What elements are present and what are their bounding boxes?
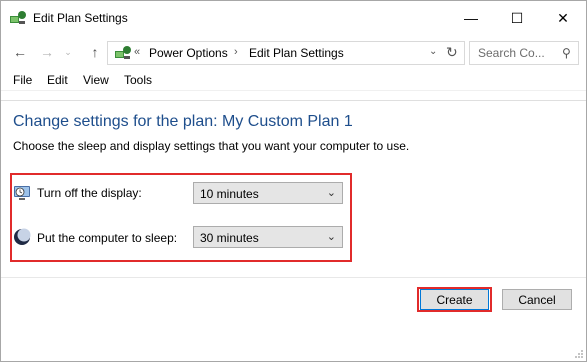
cancel-button[interactable]: Cancel <box>502 289 572 310</box>
content-divider <box>1 100 586 101</box>
recent-locations-chevron-icon[interactable]: ⌄ <box>61 42 75 62</box>
sleep-moon-icon <box>13 228 31 246</box>
edit-plan-settings-window: Edit Plan Settings — ☐ ✕ ← → ⌄ ↑ « Power… <box>0 0 587 362</box>
search-placeholder[interactable]: Search Co... <box>478 46 545 60</box>
sleep-setting-label: Put the computer to sleep: <box>37 231 178 245</box>
chevron-down-icon: ⌄ <box>326 187 336 199</box>
breadcrumb-edit-plan-settings[interactable]: Edit Plan Settings <box>249 46 344 60</box>
address-bar-row: ← → ⌄ ↑ « Power Options › Edit Plan Sett… <box>1 37 586 67</box>
sleep-timeout-select[interactable]: 30 minutes ⌄ <box>193 226 343 248</box>
menu-bar: File Edit View Tools <box>1 69 586 91</box>
power-options-icon <box>9 10 27 26</box>
close-button[interactable]: ✕ <box>540 1 586 35</box>
up-arrow-icon[interactable]: ↑ <box>85 42 105 62</box>
menu-view[interactable]: View <box>83 73 109 87</box>
display-timeout-value: 10 minutes <box>200 187 259 201</box>
address-bar[interactable]: « Power Options › Edit Plan Settings ⌄ ↻ <box>107 41 465 65</box>
display-timeout-select[interactable]: 10 minutes ⌄ <box>193 182 343 204</box>
title-bar: Edit Plan Settings — ☐ ✕ <box>1 1 586 35</box>
create-button[interactable]: Create <box>420 289 489 310</box>
footer-divider <box>1 277 586 278</box>
chevron-down-icon: ⌄ <box>326 231 336 243</box>
minimize-button[interactable]: — <box>448 1 494 35</box>
maximize-button[interactable]: ☐ <box>494 1 540 35</box>
display-icon <box>13 184 31 202</box>
overflow-chevron-icon[interactable]: « <box>134 46 140 58</box>
search-icon[interactable]: ⚲ <box>562 46 571 60</box>
menu-tools[interactable]: Tools <box>124 73 152 87</box>
back-arrow-icon[interactable]: ← <box>10 42 30 62</box>
sleep-timeout-value: 30 minutes <box>200 231 259 245</box>
window-title: Edit Plan Settings <box>33 11 128 25</box>
search-box[interactable]: Search Co... ⚲ <box>469 41 579 65</box>
breadcrumb-power-options[interactable]: Power Options <box>149 46 228 60</box>
menu-file[interactable]: File <box>13 73 32 87</box>
forward-arrow-icon[interactable]: → <box>37 42 57 62</box>
display-setting-label: Turn off the display: <box>37 186 142 200</box>
menu-edit[interactable]: Edit <box>47 73 68 87</box>
resize-grip-icon[interactable] <box>574 349 584 359</box>
control-panel-icon <box>114 45 132 61</box>
refresh-icon[interactable]: ↻ <box>446 44 458 61</box>
breadcrumb-separator-icon[interactable]: › <box>234 46 238 58</box>
page-title: Change settings for the plan: My Custom … <box>13 113 353 130</box>
address-dropdown-icon[interactable]: ⌄ <box>429 46 437 57</box>
page-description: Choose the sleep and display settings th… <box>13 139 410 153</box>
